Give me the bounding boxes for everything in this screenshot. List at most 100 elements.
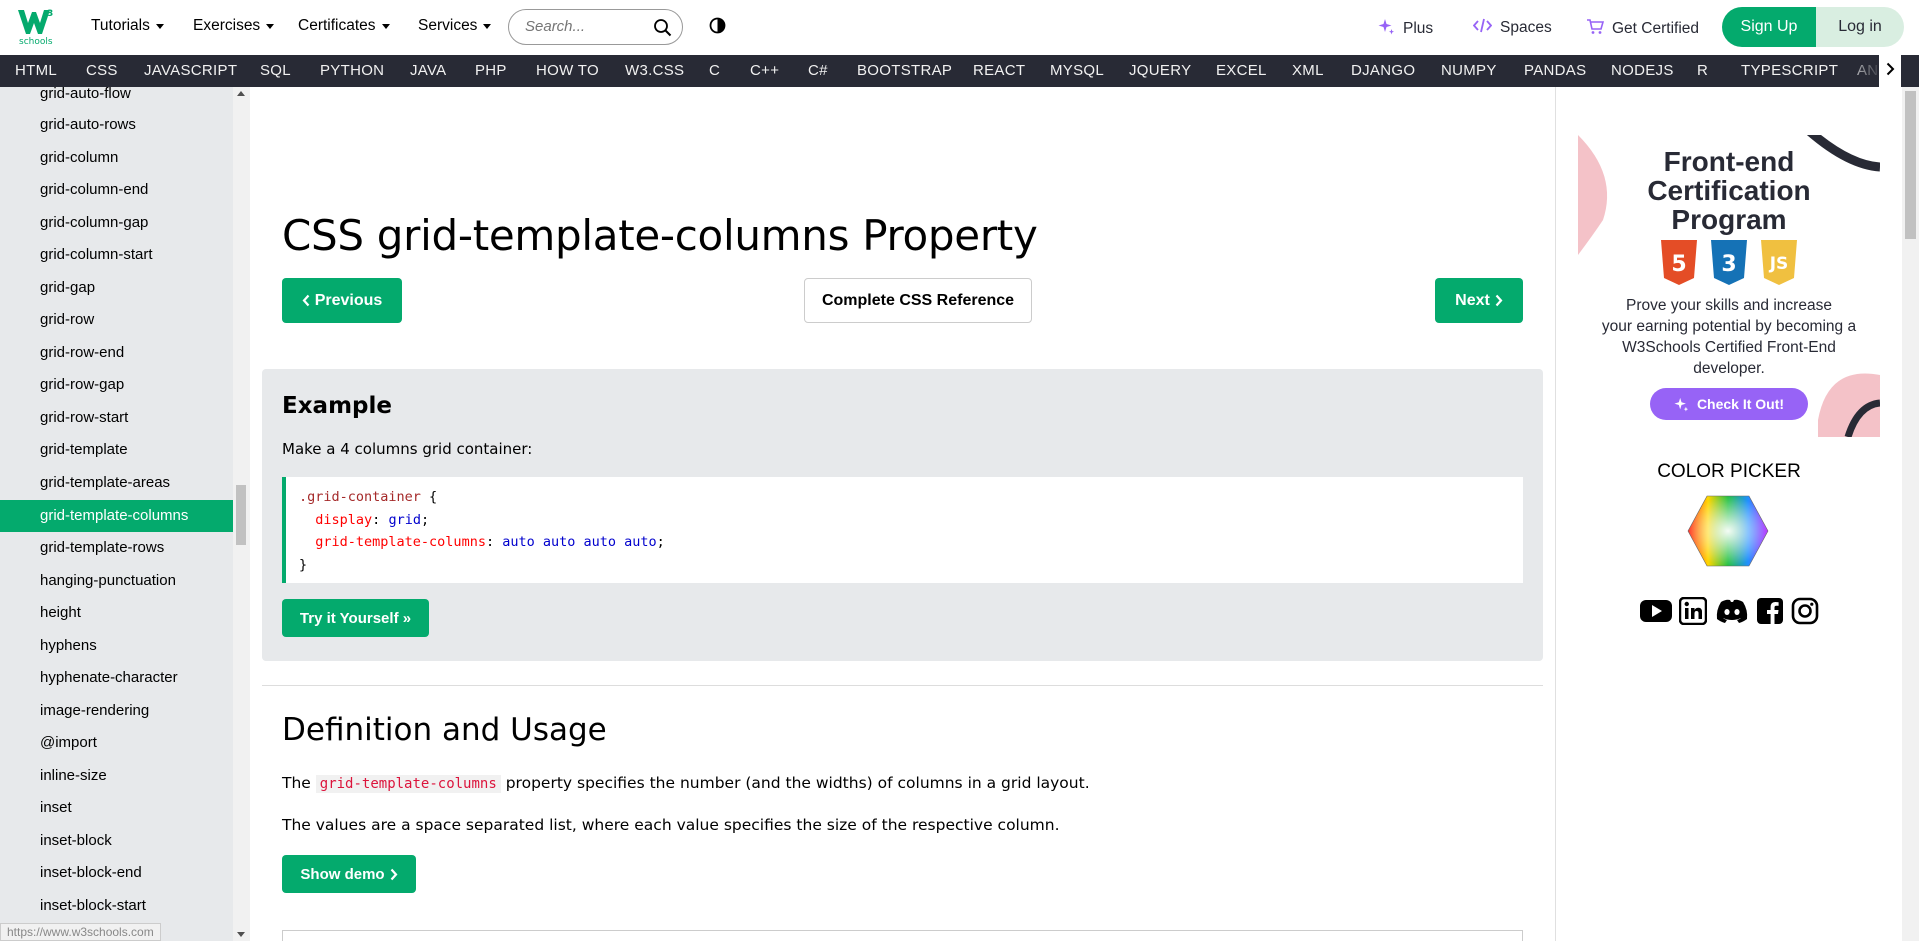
sidebar-item-hanging-punctuation[interactable]: hanging-punctuation: [0, 565, 233, 597]
discord-icon[interactable]: [1714, 597, 1750, 630]
caret-down-icon: [266, 23, 275, 29]
subject-css[interactable]: CSS: [86, 62, 118, 79]
sidebar-item-inset-block-end[interactable]: inset-block-end: [0, 857, 233, 889]
scroll-right-button[interactable]: [1879, 55, 1901, 87]
subject-csharp[interactable]: C#: [808, 62, 828, 79]
spaces-link[interactable]: Spaces: [1472, 18, 1552, 38]
sidebar-item-grid-template-rows[interactable]: grid-template-rows: [0, 532, 233, 564]
facebook-icon[interactable]: [1756, 597, 1784, 630]
sidebar-item-hyphenate-character[interactable]: hyphenate-character: [0, 662, 233, 694]
subject-typescript[interactable]: TYPESCRIPT: [1741, 62, 1838, 79]
sidebar-item-grid-row-start[interactable]: grid-row-start: [0, 402, 233, 434]
subject-w3css[interactable]: W3.CSS: [625, 62, 684, 79]
subject-cpp[interactable]: C++: [750, 62, 779, 79]
search-icon[interactable]: [653, 18, 672, 42]
subject-howto[interactable]: HOW TO: [536, 62, 599, 79]
page-title: CSS grid-template-columns Property: [282, 211, 1038, 260]
sidebar-item-grid-column-end[interactable]: grid-column-end: [0, 174, 233, 206]
subject-xml[interactable]: XML: [1292, 62, 1324, 79]
exercises-menu-label: Exercises: [193, 17, 261, 34]
ad-text-line2: your earning potential by becoming a: [1601, 318, 1857, 335]
sidebar-item-grid-row-gap[interactable]: grid-row-gap: [0, 369, 233, 401]
subject-python[interactable]: PYTHON: [320, 62, 384, 79]
subject-sql[interactable]: SQL: [260, 62, 291, 79]
plus-link[interactable]: Plus: [1378, 18, 1433, 40]
subject-mysql[interactable]: MYSQL: [1050, 62, 1104, 79]
sidebar-item-grid-column-start[interactable]: grid-column-start: [0, 239, 233, 271]
subject-c[interactable]: C: [709, 62, 720, 79]
page-scrollbar-thumb[interactable]: [1905, 91, 1916, 239]
sidebar-item-grid-row-end[interactable]: grid-row-end: [0, 337, 233, 369]
complete-css-reference-button[interactable]: Complete CSS Reference: [804, 278, 1032, 323]
definition-text-after: property specifies the number (and the w…: [505, 774, 1090, 792]
sidebar-item-inset[interactable]: inset: [0, 792, 233, 824]
check-it-out-button[interactable]: Check It Out!: [1650, 388, 1808, 420]
subject-bar-fade: [1843, 55, 1883, 87]
page-scrollbar[interactable]: [1902, 87, 1919, 941]
subject-bootstrap[interactable]: BOOTSTRAP: [857, 62, 952, 79]
sidebar-item-grid-column-gap[interactable]: grid-column-gap: [0, 207, 233, 239]
sidebar-item-inline-size[interactable]: inline-size: [0, 760, 233, 792]
try-it-yourself-button[interactable]: Try it Yourself »: [282, 599, 429, 637]
css3-icon: 3: [1711, 240, 1747, 285]
instagram-icon[interactable]: [1791, 597, 1819, 630]
subject-nodejs[interactable]: NODEJS: [1611, 62, 1674, 79]
subject-pandas[interactable]: PANDAS: [1524, 62, 1586, 79]
subject-react[interactable]: REACT: [973, 62, 1025, 79]
right-column-divider: [1555, 87, 1556, 941]
subject-django[interactable]: DJANGO: [1351, 62, 1415, 79]
get-certified-link[interactable]: Get Certified: [1586, 18, 1699, 40]
sidebar-item-height[interactable]: height: [0, 597, 233, 629]
exercises-menu[interactable]: Exercises: [193, 17, 275, 35]
subject-jquery[interactable]: JQUERY: [1129, 62, 1191, 79]
sidebar-item-grid-column[interactable]: grid-column: [0, 142, 233, 174]
sidebar-item-grid-template-columns[interactable]: grid-template-columns: [0, 500, 233, 532]
next-button[interactable]: Next: [1435, 278, 1523, 323]
svg-text:5: 5: [1671, 252, 1686, 277]
subject-numpy[interactable]: NUMPY: [1441, 62, 1497, 79]
youtube-icon[interactable]: [1639, 597, 1673, 630]
previous-button[interactable]: Previous: [282, 278, 402, 323]
subject-r[interactable]: R: [1697, 62, 1708, 79]
sign-up-button[interactable]: Sign Up: [1722, 7, 1816, 47]
scroll-down-arrow-icon[interactable]: [237, 932, 245, 937]
sidebar-scrollbar-thumb[interactable]: [236, 485, 246, 545]
subject-javascript[interactable]: JAVASCRIPT: [144, 62, 237, 79]
sidebar-item-hyphens[interactable]: hyphens: [0, 630, 233, 662]
subject-html[interactable]: HTML: [15, 62, 57, 79]
linkedin-icon[interactable]: [1678, 596, 1708, 630]
sidebar-item-grid-row[interactable]: grid-row: [0, 304, 233, 336]
top-navigation: 3 schools Tutorials Exercises Certificat…: [0, 0, 1919, 55]
tutorials-menu[interactable]: Tutorials: [91, 17, 164, 35]
sidebar-item-image-rendering[interactable]: image-rendering: [0, 695, 233, 727]
caret-down-icon: [155, 23, 164, 29]
certificates-menu[interactable]: Certificates: [298, 17, 390, 35]
sidebar-item-grid-auto-rows[interactable]: grid-auto-rows: [0, 109, 233, 141]
subject-php[interactable]: PHP: [475, 62, 507, 79]
sidebar-scrollbar[interactable]: [233, 87, 250, 941]
show-demo-button[interactable]: Show demo: [282, 855, 416, 893]
subject-java[interactable]: JAVA: [410, 62, 447, 79]
services-menu[interactable]: Services: [418, 17, 492, 35]
sidebar-item-inset-block[interactable]: inset-block: [0, 825, 233, 857]
search-input[interactable]: [525, 18, 645, 35]
subject-excel[interactable]: EXCEL: [1216, 62, 1267, 79]
dark-mode-toggle-icon[interactable]: [709, 17, 726, 39]
sidebar-item-inset-block-start[interactable]: inset-block-start: [0, 890, 233, 922]
w3schools-logo[interactable]: 3 schools: [16, 6, 58, 46]
sidebar-item-grid-template-areas[interactable]: grid-template-areas: [0, 467, 233, 499]
inline-code-property: grid-template-columns: [315, 775, 501, 793]
sidebar-item-grid-auto-flow[interactable]: grid-auto-flow: [0, 87, 233, 110]
code-value-display: grid: [388, 511, 421, 528]
color-picker-hexagon-icon[interactable]: [1687, 494, 1769, 573]
log-in-button[interactable]: Log in: [1816, 7, 1904, 47]
sidebar-item-grid-template[interactable]: grid-template: [0, 434, 233, 466]
certification-ad[interactable]: Front-end Certification Program 5 3 JS P…: [1578, 135, 1880, 437]
scroll-up-arrow-icon[interactable]: [237, 91, 245, 96]
sidebar-item-grid-gap[interactable]: grid-gap: [0, 272, 233, 304]
plus-link-label: Plus: [1403, 20, 1434, 37]
sidebar-item-import[interactable]: @import: [0, 727, 233, 759]
definition-text-before: The: [282, 774, 311, 792]
code-icon: [1472, 18, 1493, 38]
chevron-left-icon: [302, 294, 310, 307]
